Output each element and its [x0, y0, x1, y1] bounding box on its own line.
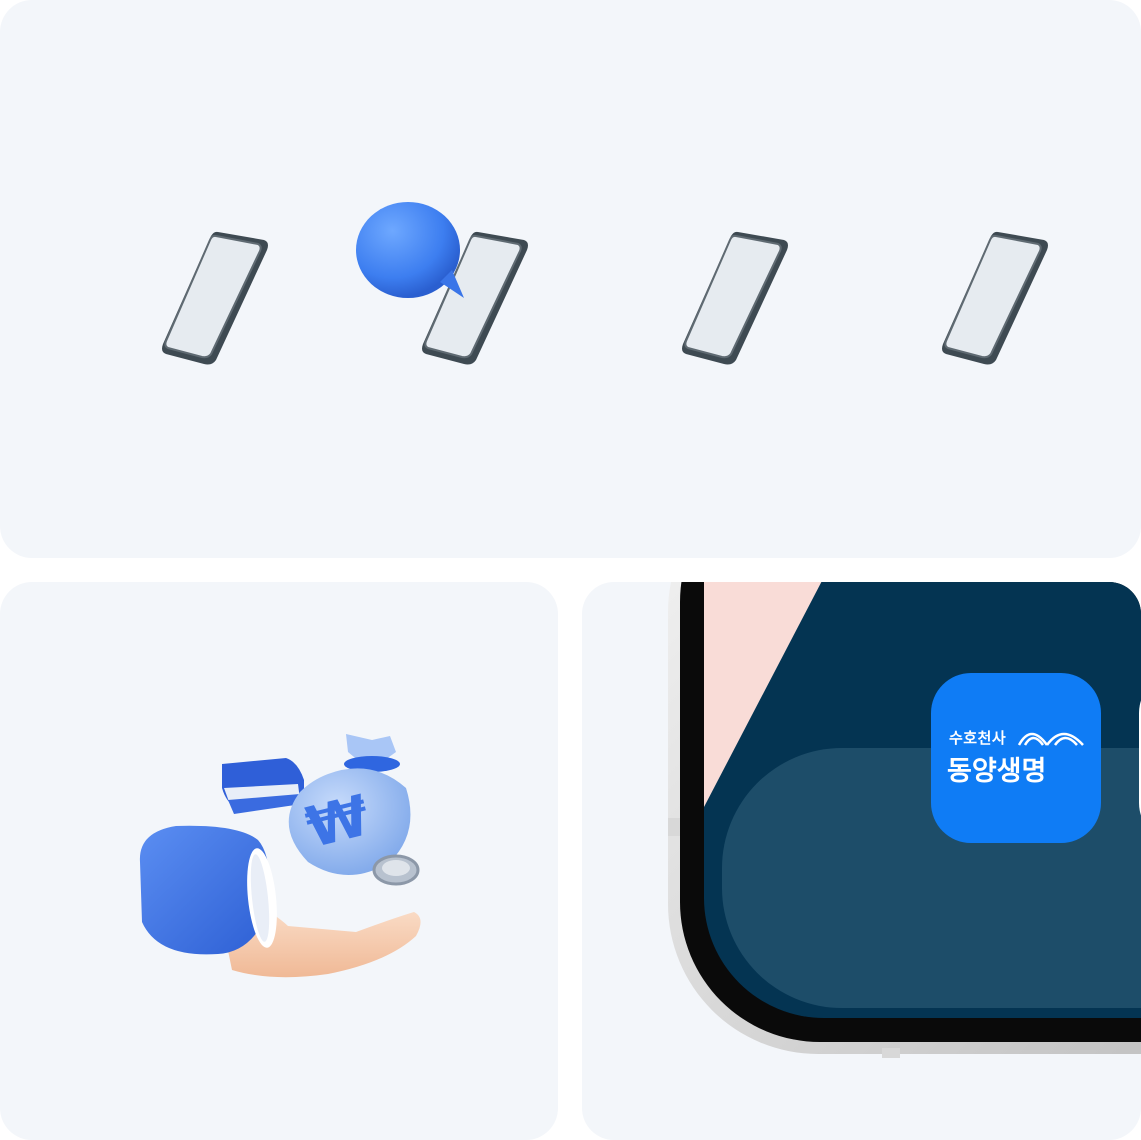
wave-logo-icon — [1017, 732, 1084, 746]
top-illustration-card — [0, 0, 1141, 558]
app-subtitle: 수호천사 — [949, 729, 1007, 747]
chat-bubble-icon — [356, 202, 464, 298]
phone-bottom-notch — [882, 1048, 900, 1058]
phone-illustration-3 — [682, 231, 788, 365]
phone-illustration-4 — [942, 231, 1048, 365]
phone-side-notch — [668, 818, 680, 836]
money-illustration-card: ₩ — [0, 582, 558, 1140]
phone-dock-card: 수호천사 동양생명 — [582, 582, 1141, 1140]
phone-screen: 수호천사 동양생명 — [704, 582, 1141, 1018]
phone-illustration-1 — [162, 231, 268, 365]
hand-money-bag-illustration: ₩ — [139, 734, 421, 978]
dongyang-life-app-icon[interactable]: 수호천사 동양생명 — [931, 673, 1101, 843]
app-title: 동양생명 — [947, 756, 1047, 787]
